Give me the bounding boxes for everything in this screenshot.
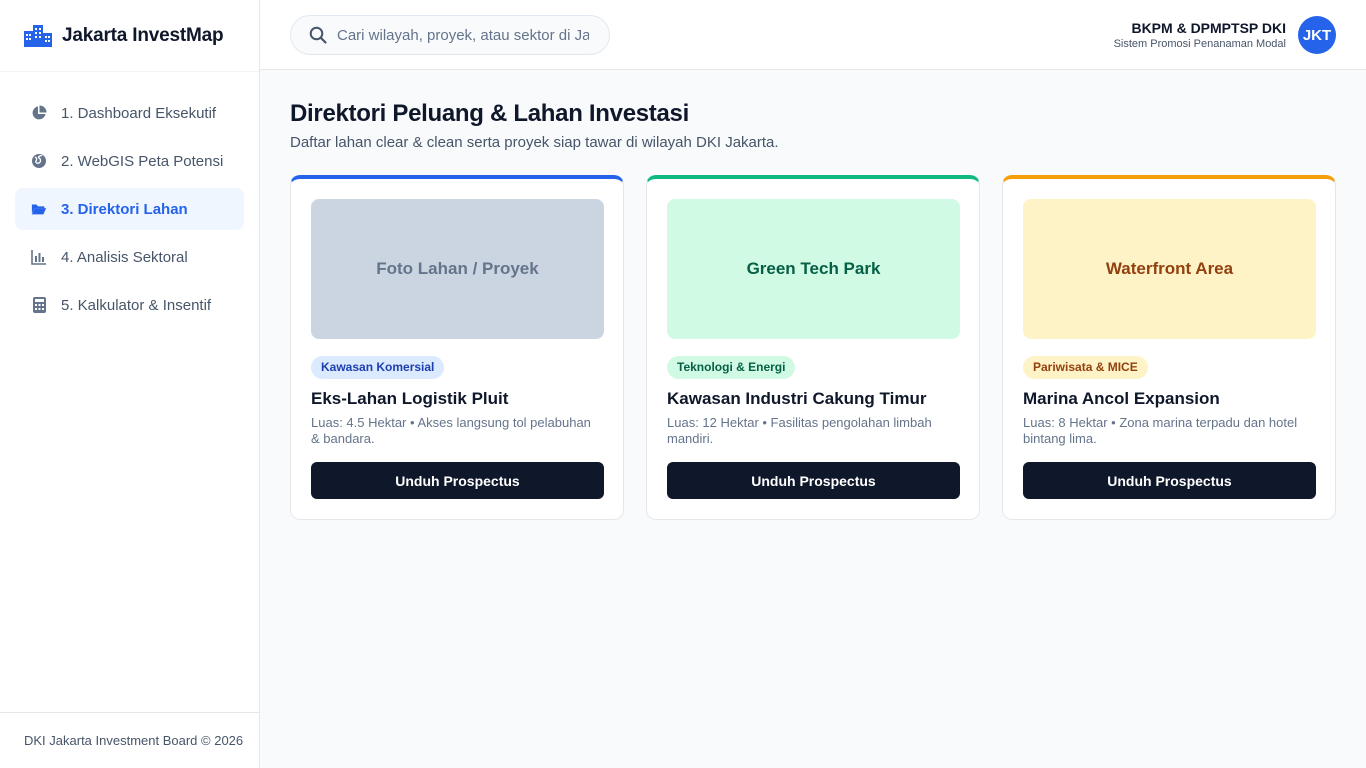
card-photo-placeholder: Waterfront Area [1023,199,1316,339]
folder-open-icon [31,201,47,217]
card-title: Eks-Lahan Logistik Pluit [311,389,509,408]
card-description: Luas: 4.5 Hektar • Akses langsung tol pe… [311,415,591,446]
app-title: Jakarta InvestMap [62,24,224,46]
user-info: BKPM & DPMPTSP DKI Sistem Promosi Penana… [1114,20,1286,51]
search-bar[interactable] [290,15,610,55]
bar-chart-icon [31,249,47,265]
user-name: BKPM & DPMPTSP DKI [1131,20,1286,36]
search-input[interactable] [337,26,589,44]
category-badge: Kawasan Komersial [311,356,445,379]
sidebar-item-label: 2. WebGIS Peta Potensi [61,152,224,170]
sidebar-item-label: 4. Analisis Sektoral [61,248,188,266]
page-subtitle: Daftar lahan clear & clean serta proyek … [290,134,779,151]
brand[interactable]: Jakarta InvestMap [0,0,259,72]
card-description: Luas: 12 Hektar • Fasilitas pengolahan l… [667,415,932,446]
top-header: BKPM & DPMPTSP DKI Sistem Promosi Penana… [260,0,1366,70]
sidebar-item-analisis[interactable]: 4. Analisis Sektoral [15,236,244,278]
sidebar-item-direktori[interactable]: 3. Direktori Lahan [15,188,244,230]
page-title: Direktori Peluang & Lahan Investasi [290,100,689,127]
search-icon [309,26,327,44]
sidebar-item-label: 1. Dashboard Eksekutif [61,104,217,122]
download-prospectus-button[interactable]: Unduh Prospectus [311,462,604,499]
card-photo-placeholder: Green Tech Park [667,199,960,339]
pie-chart-icon [31,105,47,121]
calculator-icon [31,297,47,313]
card-grid: Foto Lahan / Proyek Kawasan Komersial Ek… [290,175,1336,520]
sidebar-item-label: 5. Kalkulator & Insentif [61,296,212,314]
sidebar: Jakarta InvestMap 1. Dashboard Eksekutif… [0,0,260,768]
property-card: Green Tech Park Teknologi & Energi Kawas… [646,175,980,520]
main-content: Direktori Peluang & Lahan Investasi Daft… [290,100,1336,520]
download-prospectus-button[interactable]: Unduh Prospectus [1023,462,1316,499]
card-title: Marina Ancol Expansion [1023,389,1220,408]
property-card: Foto Lahan / Proyek Kawasan Komersial Ek… [290,175,624,520]
sidebar-item-webgis[interactable]: 2. WebGIS Peta Potensi [15,140,244,182]
card-title: Kawasan Industri Cakung Timur [667,389,927,408]
globe-icon [31,153,47,169]
card-photo-placeholder: Foto Lahan / Proyek [311,199,604,339]
sidebar-nav: 1. Dashboard Eksekutif 2. WebGIS Peta Po… [0,72,259,326]
category-badge: Pariwisata & MICE [1023,356,1148,379]
user-subtitle: Sistem Promosi Penanaman Modal [1113,38,1286,50]
avatar[interactable]: JKT [1298,16,1336,54]
sidebar-item-kalkulator[interactable]: 5. Kalkulator & Insentif [15,284,244,326]
city-buildings-icon [24,24,52,47]
property-card: Waterfront Area Pariwisata & MICE Marina… [1002,175,1336,520]
card-description: Luas: 8 Hektar • Zona marina terpadu dan… [1023,415,1298,446]
sidebar-item-dashboard[interactable]: 1. Dashboard Eksekutif [15,92,244,134]
download-prospectus-button[interactable]: Unduh Prospectus [667,462,960,499]
sidebar-item-label: 3. Direktori Lahan [61,200,188,218]
sidebar-footer: DKI Jakarta Investment Board © 2026 [0,712,259,768]
category-badge: Teknologi & Energi [667,356,796,379]
